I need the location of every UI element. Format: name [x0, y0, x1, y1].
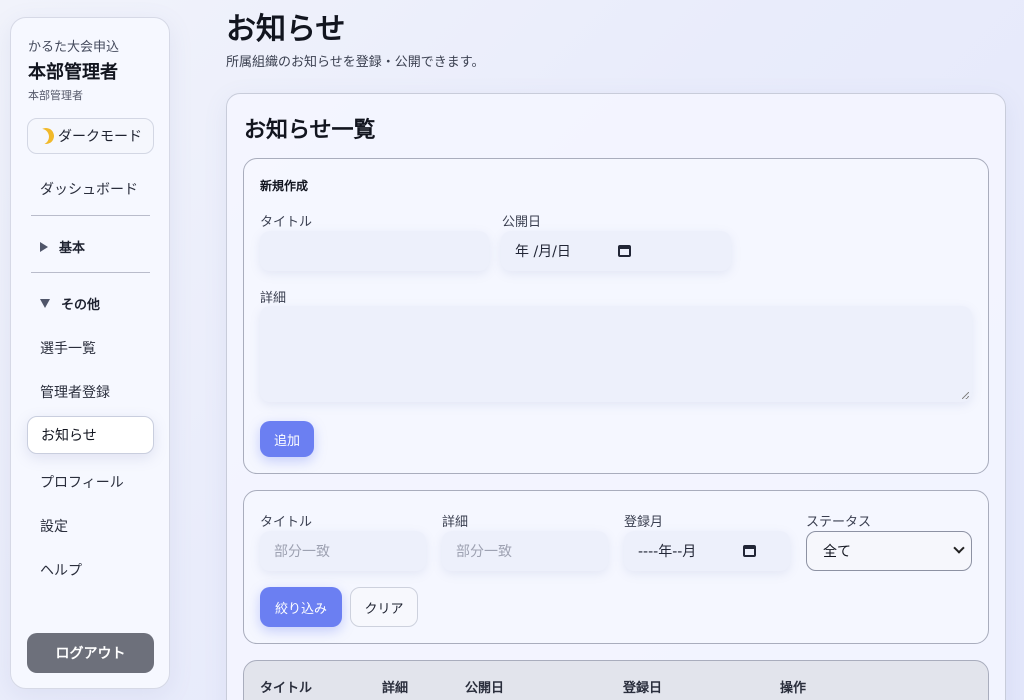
chevron-down-icon — [953, 542, 965, 554]
filter-detail-input[interactable]: 部分一致 — [442, 531, 608, 571]
create-panel: 新規作成 タイトル 公開日 年 /月/日 詳細 追加 — [243, 158, 989, 474]
column-header-title: タイトル — [260, 681, 313, 696]
add-button[interactable]: 追加 — [260, 421, 314, 457]
sidebar-item-help[interactable]: ヘルプ — [40, 560, 82, 580]
role-title: 本部管理者 — [28, 62, 118, 83]
create-heading: 新規作成 — [260, 179, 309, 193]
status-select[interactable]: 全て — [806, 531, 972, 571]
notice-list-card: お知らせ一覧 新規作成 タイトル 公開日 年 /月/日 詳細 追加 タイトル 部… — [226, 93, 1006, 700]
filter-status-label: ステータス — [806, 515, 872, 530]
moon-icon — [36, 126, 57, 147]
detail-textarea[interactable] — [260, 306, 972, 402]
column-header-detail: 詳細 — [382, 681, 409, 696]
card-title: お知らせ一覧 — [244, 118, 376, 143]
publish-date-label: 公開日 — [502, 215, 542, 230]
title-input[interactable] — [260, 231, 489, 271]
filter-month-label: 登録月 — [624, 515, 664, 530]
filter-panel: タイトル 部分一致 詳細 部分一致 登録月 ----年--月 ステータス 全て … — [243, 490, 989, 644]
filter-button[interactable]: 絞り込み — [260, 587, 342, 627]
filter-title-input[interactable]: 部分一致 — [260, 531, 426, 571]
page-title: お知らせ — [226, 12, 346, 47]
logout-button[interactable]: ログアウト — [27, 633, 154, 673]
dark-mode-label: ダークモード — [58, 129, 142, 145]
filter-month-input[interactable]: ----年--月 — [624, 531, 790, 571]
sidebar-item-players[interactable]: 選手一覧 — [40, 338, 96, 358]
sidebar-item-dashboard[interactable]: ダッシュボード — [40, 179, 138, 199]
filter-detail-label: 詳細 — [442, 515, 469, 530]
dark-mode-button[interactable]: ダークモード — [27, 118, 154, 154]
calendar-icon[interactable] — [618, 245, 631, 257]
notice-table: タイトル 詳細 公開日 登録日 操作 — [243, 660, 989, 700]
clear-button[interactable]: クリア — [350, 587, 418, 627]
sidebar-group-other[interactable]: その他 — [40, 294, 100, 313]
page-description: 所属組織のお知らせを登録・公開できます。 — [226, 55, 485, 70]
sidebar-divider — [31, 215, 150, 216]
calendar-icon[interactable] — [743, 545, 756, 557]
column-header-register-date: 登録日 — [623, 681, 663, 696]
sidebar-item-settings[interactable]: 設定 — [40, 516, 68, 536]
publish-date-input[interactable]: 年 /月/日 — [501, 231, 731, 271]
caret-right-icon — [40, 241, 48, 252]
caret-down-icon — [40, 299, 50, 308]
sidebar: かるた大会申込 本部管理者 本部管理者 ダークモード ダッシュボード 基本 その… — [10, 17, 170, 689]
sidebar-divider — [31, 272, 150, 273]
sidebar-item-notices[interactable]: お知らせ — [27, 416, 154, 454]
resize-handle-icon[interactable] — [962, 392, 969, 399]
app-name: かるた大会申込 — [28, 40, 120, 55]
sidebar-item-admin-register[interactable]: 管理者登録 — [40, 382, 110, 402]
filter-title-label: タイトル — [260, 515, 313, 530]
detail-label: 詳細 — [260, 291, 287, 306]
sidebar-group-basic-label: 基本 — [59, 241, 86, 256]
role-subtitle: 本部管理者 — [28, 89, 83, 102]
sidebar-item-profile[interactable]: プロフィール — [40, 472, 124, 492]
status-select-value: 全て — [823, 544, 851, 560]
sidebar-item-notices-label: お知らせ — [41, 428, 97, 444]
sidebar-group-other-label: その他 — [61, 298, 101, 313]
title-label: タイトル — [260, 215, 313, 230]
publish-date-value: 年 /月/日 — [515, 244, 571, 260]
column-header-publish-date: 公開日 — [465, 681, 505, 696]
sidebar-group-basic[interactable]: 基本 — [40, 237, 85, 256]
filter-month-value: ----年--月 — [638, 544, 697, 560]
column-header-actions: 操作 — [780, 681, 807, 696]
